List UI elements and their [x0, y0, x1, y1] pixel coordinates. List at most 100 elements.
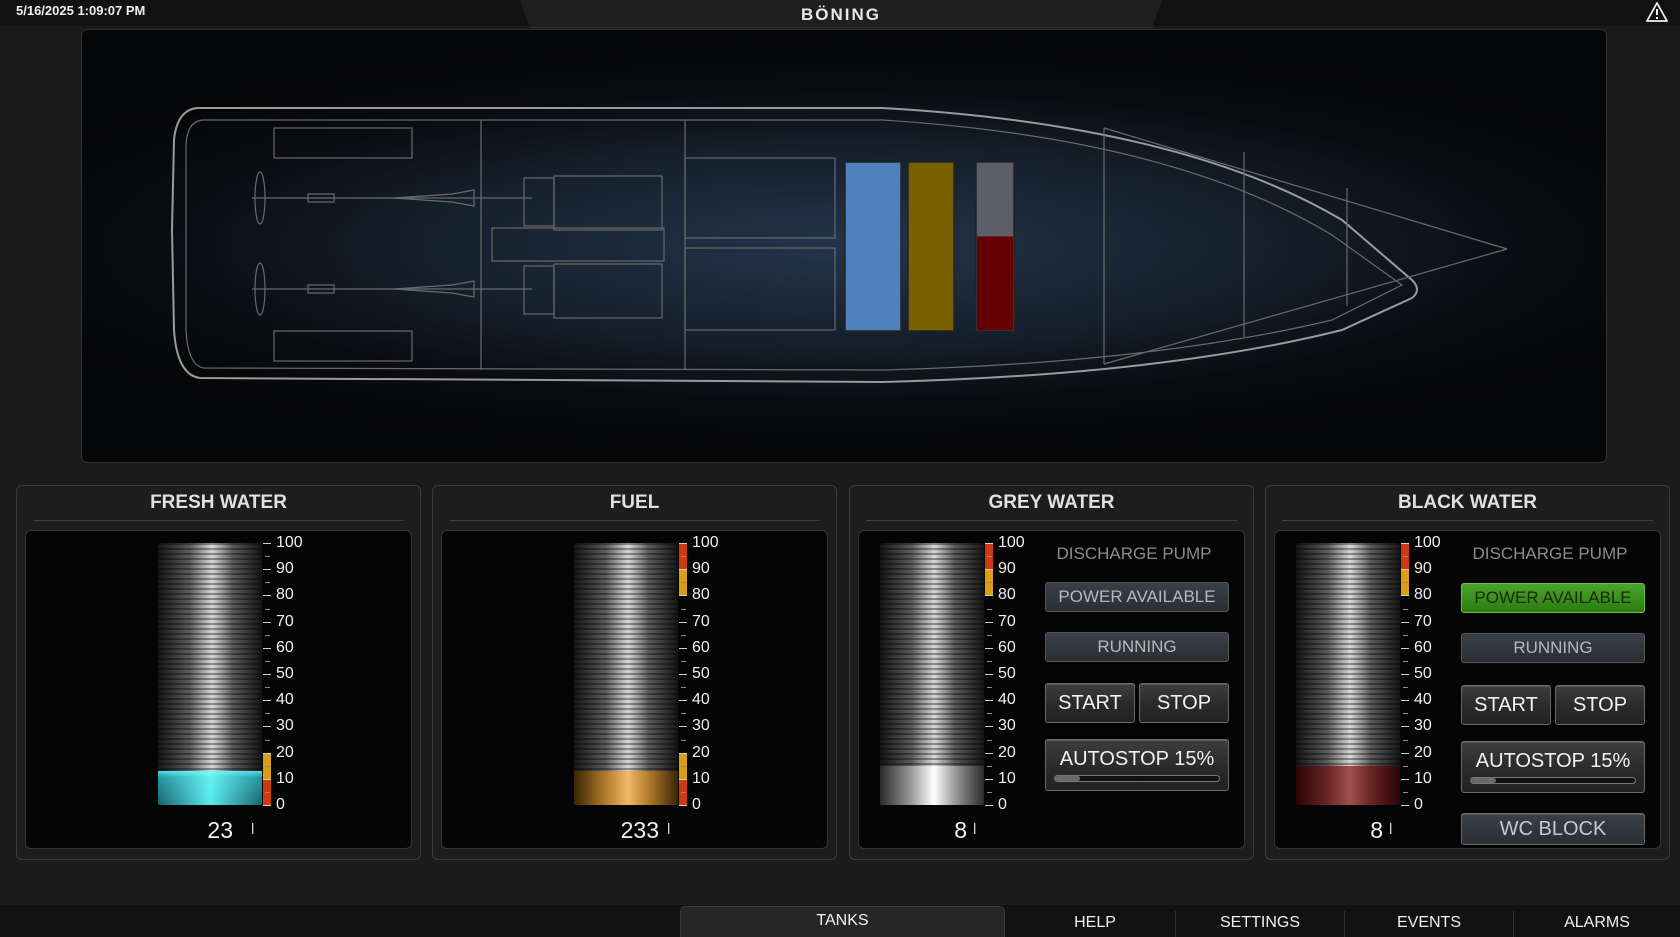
- scale-tick: [1403, 660, 1408, 662]
- scale-tick: [1401, 752, 1409, 754]
- boat-hull-diagram: [170, 107, 1508, 384]
- black-stop-button[interactable]: STOP: [1555, 685, 1645, 725]
- scale-label: 80: [998, 586, 1016, 604]
- scale-tick: [265, 556, 270, 558]
- scale-tick: [681, 634, 686, 636]
- scale-tick: [985, 778, 993, 780]
- grey-autostop-control[interactable]: AUTOSTOP 15%: [1045, 739, 1229, 791]
- grey-running-indicator: RUNNING: [1045, 632, 1229, 662]
- scale-tick: [679, 569, 687, 571]
- fuel-title: FUEL: [609, 492, 660, 513]
- scale-label: 80: [692, 586, 710, 604]
- scale-tick: [1401, 778, 1409, 780]
- black-autostop-slider[interactable]: [1470, 777, 1636, 784]
- grey-water-level-fill: [880, 765, 984, 805]
- fresh-water-title: FRESH WATER: [150, 492, 287, 513]
- scale-tick: [679, 778, 687, 780]
- scale-tick: [681, 582, 686, 584]
- scale-tick: [679, 674, 687, 675]
- scale-label: 60: [1414, 638, 1432, 656]
- scale-tick: [1403, 713, 1408, 715]
- tab-events[interactable]: EVENTS: [1345, 905, 1513, 937]
- tab-settings[interactable]: SETTINGS: [1176, 905, 1344, 937]
- scale-label: 70: [1414, 612, 1432, 630]
- scale-label: 10: [998, 769, 1016, 787]
- scale-tick: [1403, 582, 1408, 584]
- scale-tick: [679, 726, 687, 728]
- scale-label: 20: [1414, 743, 1432, 761]
- scale-tick: [681, 739, 686, 741]
- scale-tick: [985, 674, 993, 675]
- scale-label: 30: [692, 717, 710, 735]
- scale-label: 60: [998, 638, 1016, 656]
- scale-label: 60: [276, 638, 294, 656]
- black-water-gauge-area: 100 90 80 70 60 50 40 30 20 10 0 8 l DISCHARGE PUM…: [1274, 530, 1661, 849]
- wc-block-button[interactable]: WC BLOCK: [1461, 813, 1645, 845]
- fuel-unit: l: [667, 821, 671, 838]
- scale-tick: [681, 556, 686, 558]
- grey-start-button[interactable]: START: [1045, 683, 1135, 723]
- scale-tick: [1403, 791, 1408, 793]
- brand-logo: BÖNING: [801, 5, 881, 24]
- grey-water-panel: GREY WATER 100 90 80 70 60 50 40 30 20 10 0 8 l DI…: [849, 485, 1254, 860]
- scale-tick: [265, 634, 270, 636]
- scale-tick: [1403, 765, 1408, 767]
- scale-label: 30: [276, 717, 294, 735]
- scale-tick: [987, 582, 992, 584]
- scale-tick: [679, 700, 687, 702]
- grey-water-unit: l: [973, 821, 977, 838]
- grey-stop-button[interactable]: STOP: [1139, 683, 1229, 723]
- grey-autostop-slider[interactable]: [1054, 775, 1220, 782]
- fuel-scale: 100 90 80 70 60 50 40 30 20 10 0: [679, 534, 739, 813]
- scale-label: 10: [276, 769, 294, 787]
- scale-tick: [987, 687, 992, 689]
- tab-help[interactable]: HELP: [1015, 905, 1175, 937]
- scale-tick: [263, 752, 271, 754]
- grey-water-title: GREY WATER: [988, 492, 1115, 513]
- scale-label: 100: [998, 534, 1025, 551]
- scale-label: 90: [1414, 560, 1432, 578]
- black-autostop-control[interactable]: AUTOSTOP 15%: [1461, 741, 1645, 793]
- black-start-button[interactable]: START: [1461, 685, 1551, 725]
- scale-tick: [681, 791, 686, 793]
- scale-tick: [265, 582, 270, 584]
- scale-tick: [265, 765, 270, 767]
- scale-tick: [987, 765, 992, 767]
- scale-label: 10: [692, 769, 710, 787]
- fresh-water-unit: l: [251, 821, 255, 838]
- tab-alarms[interactable]: ALARMS: [1514, 905, 1680, 937]
- scale-tick: [1401, 543, 1409, 544]
- scale-label: 90: [276, 560, 294, 578]
- scale-tick: [265, 739, 270, 741]
- scale-tick: [985, 569, 993, 571]
- black-water-panel: BLACK WATER 100 90 80 70 60 50 40 30 20 10 0 8 l D…: [1265, 485, 1670, 860]
- scale-tick: [1401, 674, 1409, 675]
- scale-label: 80: [1414, 586, 1432, 604]
- black-discharge-pump-label: DISCHARGE PUMP: [1472, 544, 1628, 563]
- scale-tick: [681, 660, 686, 662]
- scale-label: 50: [276, 665, 294, 682]
- bottom-navigation: TANKS HELP SETTINGS EVENTS ALARMS: [0, 905, 1680, 937]
- scale-tick: [263, 621, 271, 623]
- scale-tick: [987, 634, 992, 636]
- scale-tick: [679, 805, 687, 806]
- grey-autostop-slider-fill: [1055, 776, 1080, 781]
- scale-tick: [987, 608, 992, 610]
- tab-tanks[interactable]: TANKS: [680, 906, 1005, 937]
- black-water-scale: 100 90 80 70 60 50 40 30 20 10 0: [1401, 534, 1461, 813]
- scale-label: 0: [692, 796, 701, 813]
- fresh-water-value: 23: [207, 817, 233, 843]
- logo-tab: BÖNING: [520, 0, 1162, 28]
- scale-tick: [263, 569, 271, 571]
- scale-tick: [985, 647, 993, 649]
- scale-label: 100: [1414, 534, 1441, 551]
- scale-tick: [985, 700, 993, 702]
- scale-tick: [679, 543, 687, 544]
- boat-overview: [81, 29, 1607, 463]
- scale-label: 70: [276, 612, 294, 630]
- black-water-level-fill: [1296, 765, 1400, 805]
- fresh-water-panel: FRESH WATER 100 90 80 70 60 50 40 30 20 10 0 23 l: [16, 485, 421, 860]
- warning-triangle-icon[interactable]: [1646, 2, 1668, 22]
- scale-label: 90: [998, 560, 1016, 578]
- scale-label: 50: [692, 665, 710, 682]
